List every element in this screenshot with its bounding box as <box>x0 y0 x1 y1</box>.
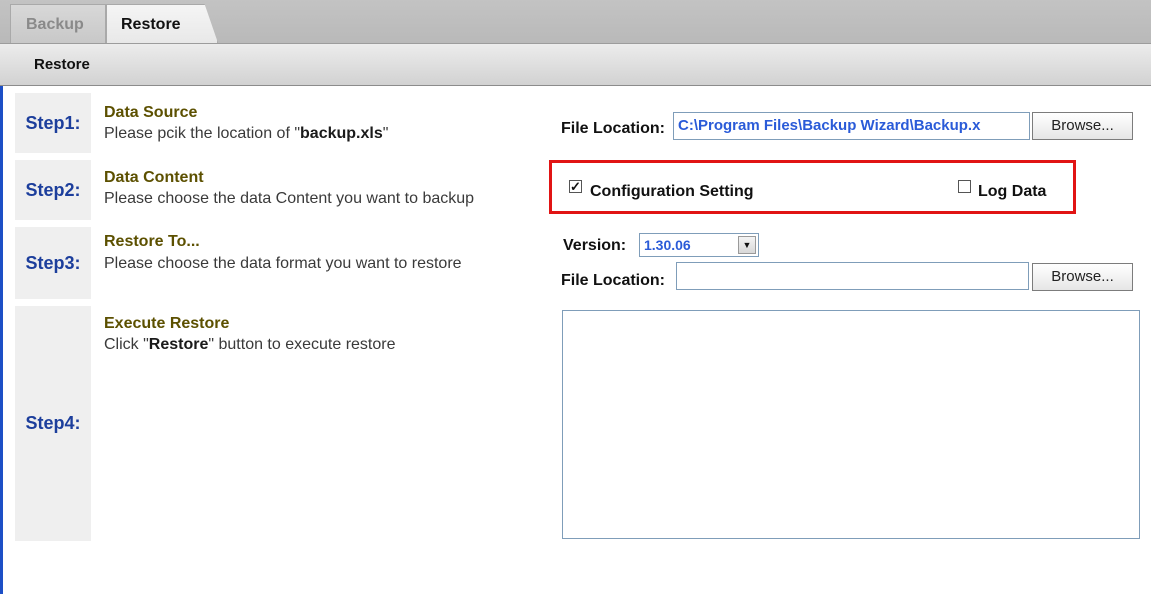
section-header: Restore <box>0 43 1151 86</box>
source-file-location-label: File Location: <box>561 120 665 137</box>
configuration-setting-label: Configuration Setting <box>590 183 754 200</box>
version-select[interactable]: 1.30.06 ▼ <box>639 233 759 257</box>
step4-title: Execute Restore <box>104 315 230 332</box>
step3-description: Please choose the data format you want t… <box>104 255 462 272</box>
tab-bar: Backup Restore <box>0 0 1151 43</box>
left-accent-bar <box>0 86 3 594</box>
tab-backup[interactable]: Backup <box>10 4 106 43</box>
configuration-setting-checkbox[interactable]: ✓ <box>569 180 582 193</box>
restore-file-location-field[interactable] <box>676 262 1029 290</box>
step4-label: Step4: <box>15 306 91 541</box>
restore-log-textarea[interactable] <box>562 310 1140 539</box>
restore-browse-button[interactable]: Browse... <box>1032 263 1133 291</box>
step1-title: Data Source <box>104 104 198 121</box>
step3-label: Step3: <box>15 227 91 299</box>
step2-label: Step2: <box>15 160 91 220</box>
version-label: Version: <box>563 237 627 254</box>
step4-description: Click "Restore" button to execute restor… <box>104 336 396 353</box>
log-data-checkbox[interactable] <box>958 180 971 193</box>
version-value: 1.30.06 <box>644 237 691 253</box>
step1-label: Step1: <box>15 93 91 153</box>
chevron-down-icon[interactable]: ▼ <box>738 236 756 254</box>
step3-title: Restore To... <box>104 233 200 250</box>
step2-title: Data Content <box>104 169 204 186</box>
step1-description: Please pcik the location of "backup.xls" <box>104 125 389 142</box>
source-file-location-field[interactable]: C:\Program Files\Backup Wizard\Backup.x <box>673 112 1030 140</box>
tab-restore[interactable]: Restore <box>106 4 218 43</box>
section-title: Restore <box>34 56 90 73</box>
step2-description: Please choose the data Content you want … <box>104 190 475 207</box>
restore-file-location-label: File Location: <box>561 272 665 289</box>
source-browse-button[interactable]: Browse... <box>1032 112 1133 140</box>
log-data-label: Log Data <box>978 183 1047 200</box>
